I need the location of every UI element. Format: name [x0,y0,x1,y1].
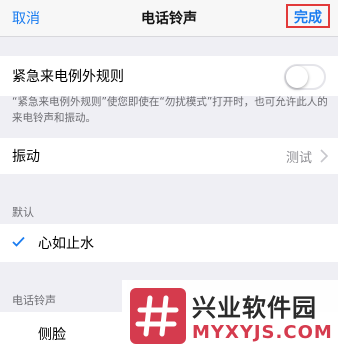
emergency-bypass-row: 紧急来电例外规则 [0,56,338,96]
toggle-knob [286,66,308,88]
vibration-row[interactable]: 振动 测试 [0,138,338,174]
checkmark-icon [12,236,25,247]
watermark-logo-icon [130,288,186,344]
chevron-right-icon [320,149,328,163]
emergency-bypass-footnote: “紧急来电例外规则”使您即使在“勿扰模式”打开时，也可允许此人的来电铃声和振动。 [12,96,328,124]
emergency-bypass-label: 紧急来电例外规则 [12,69,124,85]
watermark: 兴业软件园 MYXYJS.COM [122,280,338,354]
default-ringtone-row[interactable]: 心如止水 [0,224,338,262]
emergency-bypass-toggle[interactable] [284,64,326,90]
default-ringtone-label: 心如止水 [38,236,94,252]
ringtone-section-header: 电话铃声 [12,294,56,307]
vibration-label: 振动 [12,149,40,165]
navigation-bar: 取消 电话铃声 完成 [0,0,338,37]
watermark-text-en: MYXYJS.COM [192,322,333,343]
default-section-header: 默认 [12,206,34,219]
watermark-text-cn: 兴业软件园 [192,294,317,322]
ringtone-label: 侧脸 [38,327,66,343]
vibration-value: 测试 [285,151,312,166]
done-button[interactable]: 完成 [286,4,330,28]
